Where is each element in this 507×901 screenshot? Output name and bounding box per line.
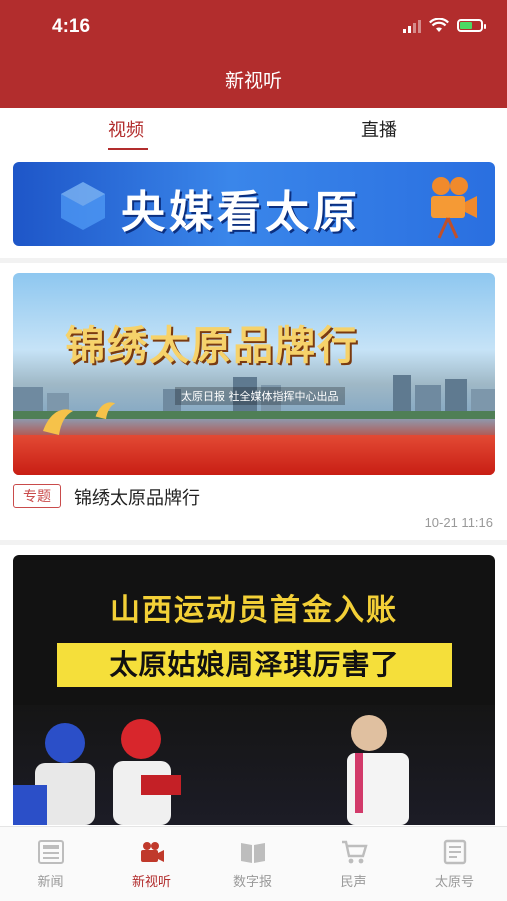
tab-label: 太原号 bbox=[434, 875, 474, 890]
bottom-tab-bar: 新闻 新视听 数字报 民声 太原号 bbox=[0, 826, 507, 901]
tab-new-media[interactable]: 新视听 bbox=[101, 827, 202, 901]
tab-label: 数字报 bbox=[232, 875, 272, 890]
red-flag-graphic bbox=[13, 435, 495, 475]
tab-label: 民声 bbox=[340, 875, 367, 890]
page-title: 新视听 bbox=[0, 58, 507, 108]
status-icons bbox=[403, 18, 486, 33]
banner-title: 央媒看太原 bbox=[121, 187, 361, 238]
section-divider bbox=[0, 258, 507, 263]
video-camera-icon bbox=[141, 842, 164, 862]
video-headline-1: 山西运动员首金入账 bbox=[110, 593, 398, 628]
tab-taiyuan-account[interactable]: 太原号 bbox=[404, 827, 505, 901]
video-headline-2: 太原姑娘周泽琪厉害了 bbox=[57, 643, 452, 687]
tab-label: 新闻 bbox=[37, 875, 64, 890]
tab-news[interactable]: 新闻 bbox=[0, 827, 101, 901]
wifi-icon bbox=[429, 18, 449, 32]
section-divider bbox=[0, 540, 507, 545]
status-bar: 4:16 bbox=[0, 0, 507, 58]
taekwondo-scene bbox=[13, 705, 495, 825]
image-title: 锦绣太原品牌行 bbox=[65, 322, 359, 369]
tab-public-voice[interactable]: 民声 bbox=[303, 827, 404, 901]
video-thumbnail[interactable]: 山西运动员首金入账 太原姑娘周泽琪厉害了 bbox=[13, 555, 495, 825]
dove-icon bbox=[95, 402, 116, 420]
cart-icon bbox=[342, 840, 368, 864]
tab-video[interactable]: 视频 bbox=[108, 116, 144, 142]
topic-tag: 专题 bbox=[13, 484, 61, 508]
tab-live[interactable]: 直播 bbox=[361, 116, 397, 142]
feed-item-time: 10-21 11:16 bbox=[424, 515, 493, 530]
book-icon bbox=[241, 843, 265, 863]
document-icon bbox=[443, 839, 467, 865]
banner-cctv-taiyuan[interactable]: 央媒看太原 bbox=[13, 162, 495, 246]
newspaper-icon bbox=[38, 840, 64, 864]
signal-icon bbox=[403, 19, 421, 33]
active-tab-indicator bbox=[108, 148, 148, 150]
status-time: 4:16 bbox=[52, 16, 91, 37]
feed-item-image[interactable]: 锦绣太原品牌行 太原日报 社全媒体指挥中心出品 bbox=[13, 273, 495, 475]
image-subtitle: 太原日报 社全媒体指挥中心出品 bbox=[175, 387, 345, 405]
feed-item-title[interactable]: 锦绣太原品牌行 bbox=[74, 484, 200, 510]
battery-icon bbox=[457, 19, 486, 32]
tab-bar-top: 视频 直播 bbox=[0, 108, 507, 154]
video-camera-icon bbox=[431, 177, 477, 239]
tab-digital-paper[interactable]: 数字报 bbox=[202, 827, 303, 901]
tab-label: 新视听 bbox=[131, 875, 171, 890]
cube-icon bbox=[61, 182, 105, 230]
